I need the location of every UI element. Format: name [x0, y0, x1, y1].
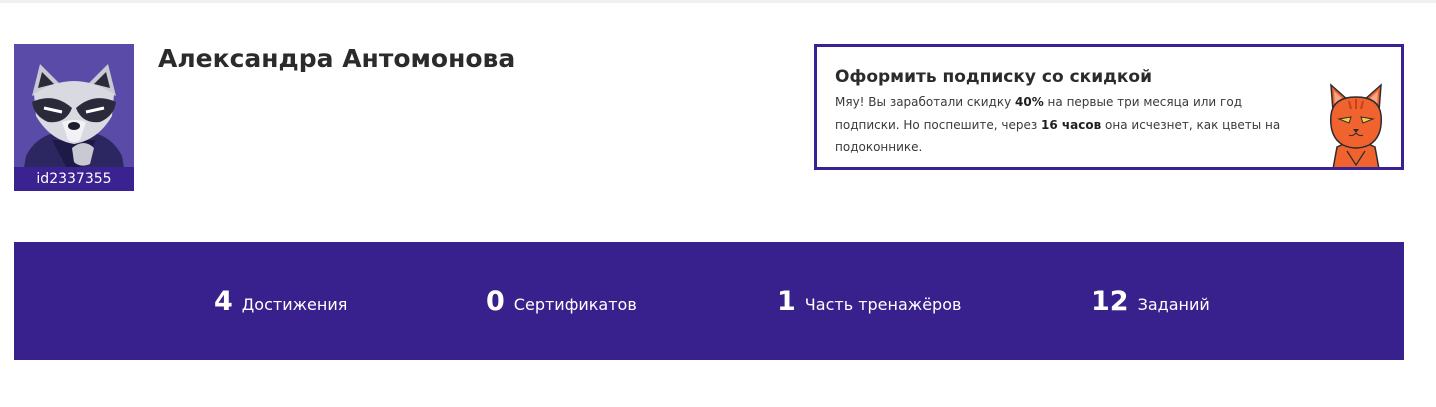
- promo-discount: 40%: [1015, 95, 1044, 109]
- top-divider: [0, 0, 1436, 3]
- stat-trainers[interactable]: 1 Часть тренажёров: [777, 286, 961, 317]
- subscription-promo-card[interactable]: Оформить подписку со скидкой Мяу! Вы зар…: [814, 44, 1404, 170]
- stat-label: Сертификатов: [513, 295, 637, 314]
- stat-tasks[interactable]: 12 Заданий: [1091, 286, 1210, 317]
- stat-certificates[interactable]: 0 Сертификатов: [486, 286, 637, 317]
- promo-time-left: 16 часов: [1041, 117, 1102, 132]
- stat-value: 0: [486, 286, 505, 317]
- stat-value: 4: [214, 286, 233, 317]
- user-id-badge: id2337355: [14, 167, 134, 191]
- stat-label: Достижения: [241, 295, 348, 314]
- promo-text-part: Мяу! Вы заработали скидку: [835, 95, 1015, 109]
- promo-title[interactable]: Оформить подписку со скидкой: [835, 67, 1152, 87]
- avatar[interactable]: id2337355: [14, 44, 134, 191]
- stat-value: 1: [777, 286, 796, 317]
- promo-description: Мяу! Вы заработали скидку 40% на первые …: [835, 91, 1295, 159]
- user-name-heading: Александра Антомонова: [158, 44, 516, 73]
- cat-icon: [1330, 83, 1382, 167]
- stats-bar: 4 Достижения 0 Сертификатов 1 Часть трен…: [14, 242, 1404, 360]
- stat-label: Часть тренажёров: [804, 295, 962, 314]
- stat-value: 12: [1091, 286, 1129, 317]
- stat-achievements[interactable]: 4 Достижения: [214, 286, 347, 317]
- stat-label: Заданий: [1137, 295, 1210, 314]
